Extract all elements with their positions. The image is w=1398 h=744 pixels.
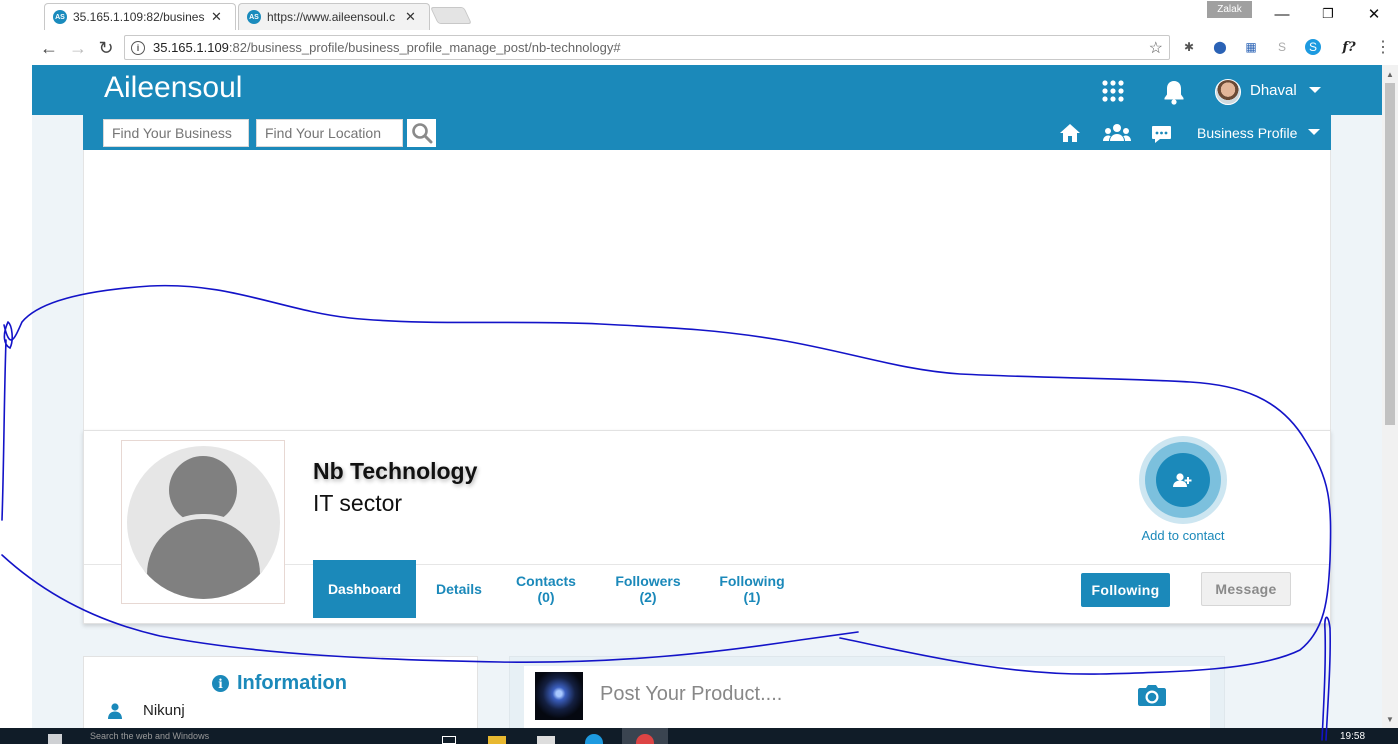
scroll-down-icon[interactable]: ▼: [1384, 713, 1396, 725]
tab-following[interactable]: Following (1): [706, 560, 798, 618]
close-tab-icon[interactable]: ✕: [211, 9, 222, 25]
reload-icon[interactable]: ↻: [94, 36, 118, 60]
company-thumbnail: [535, 672, 583, 720]
site-info-icon[interactable]: i: [131, 40, 145, 55]
address-path: :82/business_profile/business_profile_ma…: [228, 40, 621, 55]
information-card: [83, 656, 478, 736]
aileensoul-favicon: AS: [53, 10, 67, 24]
tab-dashboard[interactable]: Dashboard: [313, 560, 416, 618]
windows-start-icon[interactable]: [48, 734, 62, 744]
tab-followers[interactable]: Followers (2): [602, 560, 694, 618]
messages-icon[interactable]: [1150, 124, 1172, 146]
download-icon[interactable]: ⬤: [1211, 38, 1229, 56]
company-name: Nb Technology: [313, 458, 478, 484]
taskbar-search[interactable]: Search the web and Windows: [90, 731, 209, 744]
information-title: Information: [237, 672, 347, 694]
search-button[interactable]: [407, 119, 436, 147]
printer-icon[interactable]: ▦: [1242, 38, 1260, 56]
user-menu-caret-icon[interactable]: [1309, 87, 1321, 93]
tab-label: Followers: [615, 573, 681, 589]
tab-title: 35.165.1.109:82/business: [73, 10, 205, 24]
following-button[interactable]: Following: [1081, 573, 1170, 607]
post-product-placeholder[interactable]: Post Your Product....: [600, 683, 782, 706]
close-tab-icon[interactable]: ✕: [405, 9, 416, 25]
group-icon[interactable]: [1103, 123, 1131, 143]
add-to-contact-label[interactable]: Add to contact: [1123, 528, 1243, 543]
bell-icon[interactable]: [1161, 78, 1187, 106]
skype-icon[interactable]: S: [1305, 39, 1321, 55]
find-business-input[interactable]: [103, 119, 249, 147]
back-icon[interactable]: ←: [37, 36, 61, 60]
restore-icon[interactable]: ❐: [1318, 4, 1338, 24]
user-name[interactable]: Dhaval: [1250, 82, 1297, 99]
message-button[interactable]: Message: [1201, 572, 1291, 606]
information-heading: i Information: [212, 672, 347, 695]
file-explorer-icon[interactable]: [488, 736, 506, 744]
tab-count: (2): [639, 589, 657, 605]
find-location-input[interactable]: [256, 119, 403, 147]
add-user-icon[interactable]: [1156, 453, 1210, 507]
tab-title: https://www.aileensoul.c: [267, 10, 396, 24]
tab-count: (1): [743, 589, 761, 605]
store-icon[interactable]: [537, 736, 555, 744]
browser-tab[interactable]: AS https://www.aileensoul.c ✕: [238, 3, 430, 30]
camera-icon[interactable]: [1137, 683, 1167, 707]
apps-grid-icon[interactable]: [1101, 79, 1125, 103]
address-bar[interactable]: i 35.165.1.109:82/business_profile/busin…: [124, 35, 1170, 60]
profile-picture[interactable]: [121, 440, 285, 604]
forward-icon[interactable]: →: [66, 36, 90, 60]
aileensoul-favicon: AS: [247, 10, 261, 24]
tab-label: Following: [719, 573, 785, 589]
os-user-badge: Zalak: [1207, 1, 1252, 18]
tab-label: Details: [436, 581, 482, 597]
windows-taskbar: [0, 728, 1398, 744]
tab-label: Contacts: [516, 573, 576, 589]
browser-tab-active[interactable]: AS 35.165.1.109:82/business ✕: [44, 3, 236, 30]
spider-icon[interactable]: ✱: [1180, 38, 1198, 56]
scroll-up-icon[interactable]: ▲: [1384, 68, 1396, 80]
business-menu-caret-icon[interactable]: [1308, 129, 1320, 135]
company-sector: IT sector: [313, 490, 403, 516]
search-icon: [411, 123, 432, 144]
taskbar-clock: 19:58: [1340, 731, 1366, 742]
info-icon: i: [212, 675, 229, 692]
tab-label: Dashboard: [327, 581, 402, 597]
new-tab-button[interactable]: [430, 7, 472, 24]
scrollbar-thumb[interactable]: [1385, 83, 1395, 425]
cover-image-area[interactable]: [83, 150, 1331, 430]
page-left-gutter: [0, 65, 32, 728]
formula-extension-icon[interactable]: f?: [1336, 38, 1362, 56]
task-view-icon[interactable]: [442, 736, 456, 744]
close-window-icon[interactable]: ✕: [1364, 4, 1384, 24]
tab-details[interactable]: Details: [424, 560, 494, 618]
contact-person-name: Nikunj: [143, 702, 185, 719]
tab-count: (0): [537, 589, 555, 605]
minimize-icon[interactable]: —: [1272, 4, 1292, 24]
bookmark-star-icon[interactable]: ☆: [1149, 38, 1163, 58]
user-icon: [108, 703, 122, 719]
business-profile-menu[interactable]: Business Profile: [1197, 125, 1297, 141]
site-logo[interactable]: Aileensoul: [104, 71, 242, 105]
tab-contacts[interactable]: Contacts (0): [503, 560, 589, 618]
user-avatar[interactable]: [1215, 79, 1241, 105]
default-avatar-icon: [127, 446, 280, 599]
home-icon[interactable]: [1059, 122, 1081, 144]
skype-gray-icon[interactable]: S: [1273, 38, 1291, 56]
address-host: 35.165.1.109: [153, 40, 229, 55]
menu-kebab-icon[interactable]: ⋮: [1374, 38, 1392, 56]
